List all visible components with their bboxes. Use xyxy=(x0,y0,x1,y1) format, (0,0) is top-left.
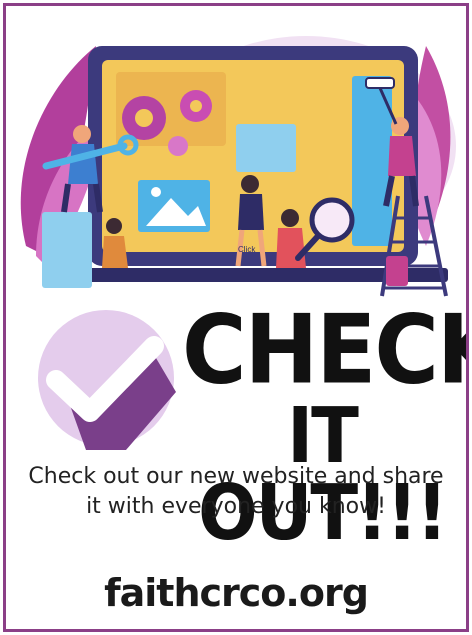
form-panel xyxy=(42,212,92,288)
layout-block xyxy=(236,124,296,172)
checkmark-badge xyxy=(38,310,176,450)
gear-icon xyxy=(168,136,188,156)
website-url[interactable]: faithcrco.org xyxy=(26,571,446,615)
gear-icon xyxy=(122,96,166,140)
website-building-illustration: Click xyxy=(20,36,456,297)
paint-bucket xyxy=(386,256,408,286)
headline-line-1: CHECK xyxy=(182,293,466,406)
illustration-caption: Click xyxy=(238,245,256,254)
image-icon xyxy=(138,180,210,232)
poster: Click CHECK IT OUT!!! Check out our new … xyxy=(3,3,469,632)
message-text: Check out our new website and share it w… xyxy=(28,464,444,519)
gear-icon xyxy=(180,90,212,122)
